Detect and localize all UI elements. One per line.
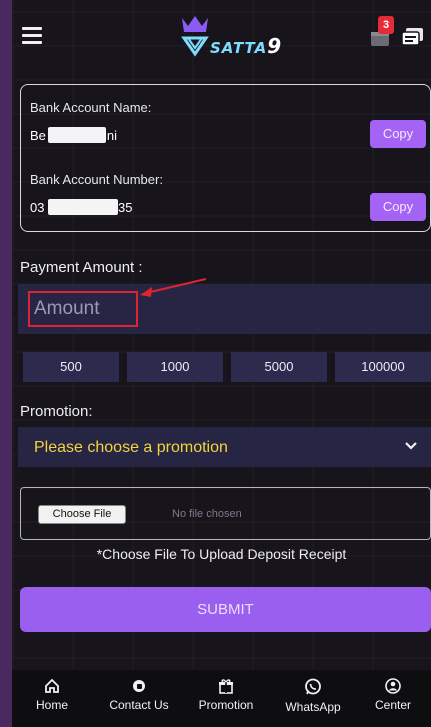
annotation-arrow-icon	[140, 278, 207, 297]
nav-label-home: Home	[35, 698, 68, 712]
amount-input[interactable]	[28, 291, 138, 327]
brand-logo: SATTA9	[172, 12, 292, 62]
bank-account-number-label: Bank Account Number:	[30, 172, 163, 187]
redaction-mask	[48, 199, 118, 215]
nav-item-whatsapp[interactable]: WhatsApp	[273, 678, 353, 714]
bank-account-name-label: Bank Account Name:	[30, 100, 152, 115]
gift-icon	[219, 679, 233, 694]
user-icon	[385, 678, 401, 694]
whatsapp-icon	[305, 678, 321, 695]
bank-account-name-start: Be	[30, 128, 46, 143]
copy-account-number-button[interactable]: Copy	[370, 193, 426, 221]
bank-account-number-start: 03	[30, 200, 45, 215]
message-icon[interactable]	[401, 27, 425, 47]
preset-amount-500[interactable]: 500	[23, 352, 119, 382]
amount-presets: 500 1000 5000 100000	[23, 352, 431, 382]
preset-amount-1000[interactable]: 1000	[127, 352, 223, 382]
bank-account-name-end: ini	[104, 128, 118, 143]
brand-text: SATTA	[210, 39, 268, 57]
nav-label-promotion: Promotion	[198, 698, 254, 712]
nav-label-contact-us: Contact Us	[109, 698, 169, 712]
notification-badge: 3	[378, 16, 394, 34]
nav-label-whatsapp: WhatsApp	[285, 700, 341, 714]
nav-item-promotion[interactable]: Promotion	[186, 678, 266, 712]
nav-item-home[interactable]: Home	[12, 678, 92, 712]
submit-button[interactable]: SUBMIT	[20, 587, 431, 632]
home-icon	[45, 678, 59, 693]
promotion-selected-value: Please choose a promotion	[34, 439, 228, 456]
nav-label-center: Center	[374, 698, 412, 712]
crown-diamond-icon	[181, 16, 209, 57]
hamburger-menu-icon[interactable]	[22, 27, 42, 44]
file-status-text: No file chosen	[172, 508, 242, 520]
app-screen: SATTA9 3 Bank Account Name: Be ini Copy …	[12, 0, 431, 727]
bottom-navigation: Home Contact Us Promotion WhatsApp Cente…	[12, 670, 431, 727]
brand-number: 9	[267, 34, 283, 58]
bank-account-number-end: 35	[118, 200, 133, 215]
choose-file-button[interactable]: Choose File	[38, 505, 126, 524]
promotion-label: Promotion:	[20, 403, 93, 420]
nav-item-center[interactable]: Center	[353, 678, 431, 712]
upload-hint: *Choose File To Upload Deposit Receipt	[96, 546, 347, 562]
preset-amount-100000[interactable]: 100000	[335, 352, 431, 382]
redaction-mask	[48, 127, 106, 143]
brand-name: SATTA9	[210, 34, 282, 58]
nav-item-contact-us[interactable]: Contact Us	[99, 678, 179, 712]
preset-amount-5000[interactable]: 5000	[231, 352, 327, 382]
top-bar: SATTA9 3	[12, 0, 431, 74]
payment-amount-label: Payment Amount :	[20, 259, 143, 276]
chevron-down-icon	[405, 442, 417, 450]
copy-account-name-button[interactable]: Copy	[370, 120, 426, 148]
headset-icon	[133, 680, 145, 692]
